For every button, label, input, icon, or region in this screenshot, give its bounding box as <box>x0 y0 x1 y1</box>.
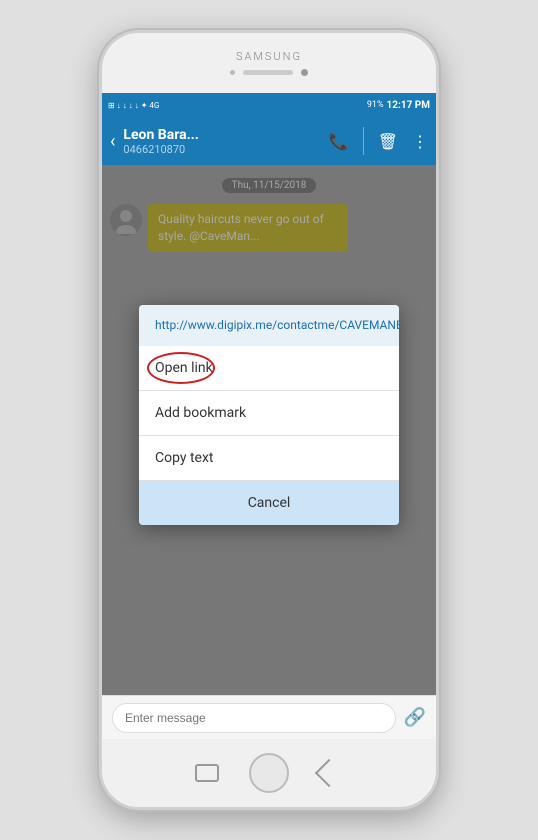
message-input[interactable] <box>112 703 396 733</box>
status-bar: ⊞ ↓ ↓ ↓ ↓ ✦ 4G 91% 12:17 PM <box>102 93 436 117</box>
brand-label: SAMSUNG <box>236 50 302 63</box>
cancel-label: Cancel <box>155 495 383 511</box>
add-bookmark-item[interactable]: Add bookmark <box>139 391 399 436</box>
open-link-item[interactable]: Open link <box>139 346 399 391</box>
back-nav-button[interactable] <box>314 759 342 787</box>
copy-text-item[interactable]: Copy text <box>139 436 399 481</box>
sensor-dot <box>230 70 235 75</box>
top-sensors <box>230 69 308 76</box>
bottom-bezel <box>102 739 436 807</box>
cancel-item[interactable]: Cancel <box>139 481 399 525</box>
dialog-url-section: http://www.digipix.me/contactme/CAVEMANB… <box>139 305 399 346</box>
download-icon-3: ↓ <box>129 101 133 110</box>
back-button[interactable]: ‹ <box>110 131 115 152</box>
home-button[interactable] <box>249 753 289 793</box>
status-time: 12:17 PM <box>387 100 430 111</box>
status-left: ⊞ ↓ ↓ ↓ ↓ ✦ 4G <box>108 101 159 110</box>
phone-call-icon[interactable]: 📞 <box>329 132 349 151</box>
add-bookmark-label: Add bookmark <box>155 405 383 421</box>
download-icon-2: ↓ <box>123 101 127 110</box>
contact-info: Leon Bara... 0466210870 <box>123 127 328 156</box>
bluetooth-icon: ✦ <box>141 101 148 110</box>
delete-icon[interactable]: 🗑 <box>378 132 398 151</box>
copy-text-label: Copy text <box>155 450 383 466</box>
contact-number: 0466210870 <box>123 143 328 156</box>
app-bar: ‹ Leon Bara... 0466210870 📞 🗑 ⋮ <box>102 117 436 165</box>
open-link-label: Open link <box>155 360 383 376</box>
notification-icon-1: ⊞ <box>108 101 115 110</box>
divider <box>363 127 364 155</box>
front-camera <box>301 69 308 76</box>
attach-icon[interactable]: 🔗 <box>404 707 426 728</box>
status-right: 91% 12:17 PM <box>367 100 430 111</box>
dialog-overlay: http://www.digipix.me/contactme/CAVEMANB… <box>102 165 436 695</box>
download-icon-1: ↓ <box>117 101 121 110</box>
more-options-icon[interactable]: ⋮ <box>412 132 428 151</box>
speaker-grille <box>243 70 293 75</box>
battery-level: 91% <box>367 100 384 110</box>
context-menu-dialog: http://www.digipix.me/contactme/CAVEMANB… <box>139 305 399 525</box>
network-label: 4G <box>149 101 159 110</box>
dialog-url-text: http://www.digipix.me/contactme/CAVEMANB… <box>155 317 383 334</box>
app-bar-actions: 📞 🗑 ⋮ <box>329 127 428 155</box>
message-area: Thu, 11/15/2018 Quality haircuts never g… <box>102 165 436 695</box>
phone-screen: ⊞ ↓ ↓ ↓ ↓ ✦ 4G 91% 12:17 PM ‹ Leon Bara.… <box>102 93 436 739</box>
phone-device: SAMSUNG ⊞ ↓ ↓ ↓ ↓ ✦ 4G 91% 12:17 PM <box>99 30 439 810</box>
top-bezel: SAMSUNG <box>102 33 436 93</box>
recent-apps-button[interactable] <box>195 764 219 782</box>
input-area: 🔗 <box>102 695 436 739</box>
download-icon-4: ↓ <box>135 101 139 110</box>
contact-name: Leon Bara... <box>123 127 328 143</box>
